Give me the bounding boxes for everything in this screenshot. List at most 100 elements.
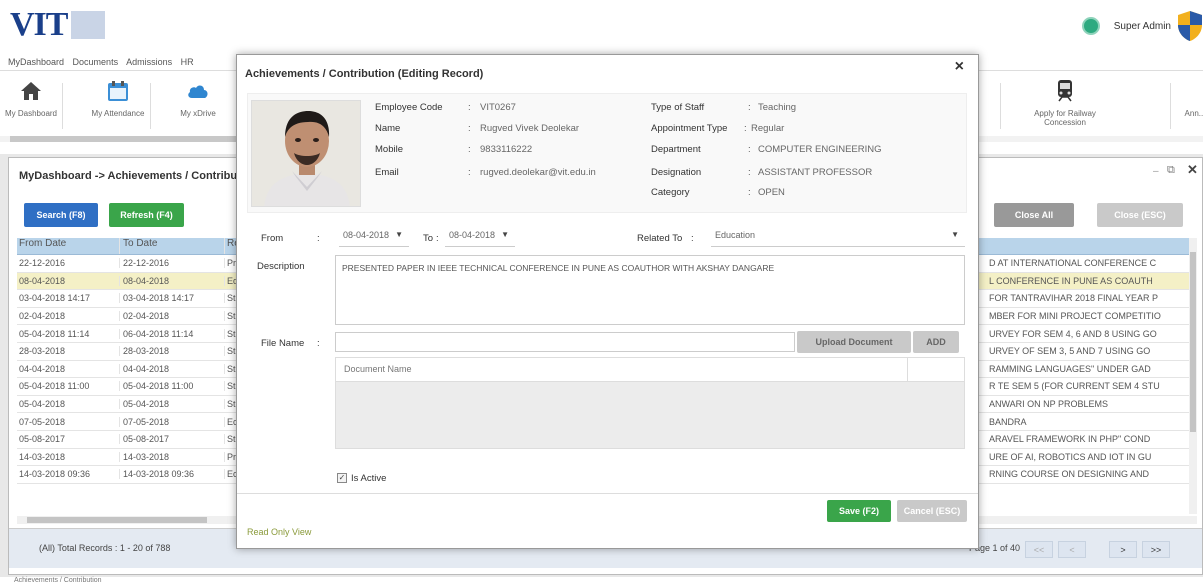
- description-cell: RAMMING LANGUAGES" UNDER GAD: [989, 363, 1151, 374]
- documents-table: Document Name: [335, 357, 965, 449]
- description-cell: BANDRA: [989, 416, 1027, 427]
- calendar-icon: [108, 81, 128, 101]
- logo: VIT: [10, 6, 106, 43]
- employee-code-label: Employee Code: [375, 102, 443, 113]
- chevron-down-icon: ▼: [501, 230, 509, 239]
- designation-value: ASSISTANT PROFESSOR: [758, 167, 873, 178]
- grid-vertical-scrollbar[interactable]: [1189, 238, 1197, 514]
- column-document-name: Document Name: [344, 364, 412, 374]
- add-button[interactable]: ADD: [913, 331, 959, 353]
- is-active-checkbox[interactable]: ✓: [337, 473, 347, 483]
- from-date-cell: 05-08-2017: [17, 434, 120, 445]
- tool-my-xdrive[interactable]: My xDrive: [170, 79, 226, 139]
- menu-item-dashboard[interactable]: MyDashboard: [8, 57, 64, 67]
- prev-page-button[interactable]: <: [1058, 541, 1086, 558]
- restore-icon[interactable]: ⧉: [1167, 164, 1175, 177]
- column-from-date[interactable]: From Date: [17, 238, 120, 254]
- user-name[interactable]: Super Admin: [1114, 21, 1171, 32]
- from-date-cell: 05-04-2018 11:00: [17, 381, 120, 392]
- chevron-down-icon: ▼: [395, 230, 403, 239]
- first-page-button[interactable]: <<: [1025, 541, 1053, 558]
- read-only-view-link[interactable]: Read Only View: [247, 527, 311, 537]
- to-date-cell: 28-03-2018: [120, 346, 225, 357]
- description-cell: RNING COURSE ON DESIGNING AND: [989, 469, 1150, 480]
- next-page-button[interactable]: >: [1109, 541, 1137, 558]
- employee-photo: [251, 100, 361, 207]
- app-header: VIT Super Admin: [0, 0, 1203, 52]
- employee-profile: Employee Code : VIT0267 Name : Rugved Vi…: [247, 93, 967, 213]
- to-date-cell: 14-03-2018 09:36: [120, 469, 225, 480]
- column-to-date[interactable]: To Date: [120, 238, 225, 254]
- logo-text: VIT: [10, 6, 68, 43]
- to-date-cell: 07-05-2018: [120, 416, 225, 427]
- user-area: Super Admin: [1081, 8, 1203, 44]
- from-date-cell: 22-12-2016: [17, 258, 120, 269]
- close-all-button[interactable]: Close All: [994, 203, 1074, 227]
- cloud-icon: [188, 85, 208, 98]
- menu-item-admissions[interactable]: Admissions: [126, 57, 172, 67]
- appointment-type-label: Appointment Type: [651, 123, 728, 134]
- is-active-label: Is Active: [351, 473, 387, 484]
- logo-subtitle: [71, 11, 106, 39]
- to-date-cell: 06-04-2018 11:14: [120, 328, 225, 339]
- tool-label: My Attendance: [91, 109, 145, 118]
- department-label: Department: [651, 144, 701, 155]
- menu-item-hr[interactable]: HR: [181, 57, 194, 67]
- dialog-divider: [237, 493, 978, 494]
- description-label: Description: [257, 261, 305, 272]
- save-button[interactable]: Save (F2): [827, 500, 891, 522]
- documents-header: Document Name: [336, 358, 964, 382]
- tool-label: My Dashboard: [4, 109, 58, 118]
- upload-document-button[interactable]: Upload Document: [797, 331, 911, 353]
- description-cell: D AT INTERNATIONAL CONFERENCE C: [989, 258, 1157, 269]
- close-button[interactable]: Close (ESC): [1097, 203, 1183, 227]
- minimize-icon[interactable]: –: [1153, 166, 1159, 177]
- to-date-value: 08-04-2018: [449, 230, 496, 240]
- to-label: To: [423, 233, 434, 244]
- tool-my-attendance[interactable]: My Attendance: [90, 79, 146, 139]
- from-date-cell: 08-04-2018: [17, 275, 120, 286]
- description-cell: ANWARI ON NP PROBLEMS: [989, 399, 1109, 410]
- from-label: From: [261, 233, 284, 244]
- train-icon: [1058, 80, 1072, 102]
- file-name-input[interactable]: [335, 332, 795, 352]
- last-page-button[interactable]: >>: [1142, 541, 1170, 558]
- dialog-title: Achievements / Contribution (Editing Rec…: [245, 68, 484, 80]
- edit-record-dialog: Achievements / Contribution (Editing Rec…: [236, 54, 979, 549]
- related-to-value: Education: [715, 230, 756, 240]
- cancel-button[interactable]: Cancel (ESC): [897, 500, 967, 522]
- mobile-value: 9833116222: [480, 144, 533, 155]
- close-panel-icon[interactable]: ✕: [1187, 162, 1198, 178]
- close-dialog-icon[interactable]: ×: [955, 58, 964, 76]
- shield-logo-icon: [1178, 11, 1202, 41]
- from-date-cell: 28-03-2018: [17, 346, 120, 357]
- email-label: Email: [375, 167, 399, 178]
- tool-announcements[interactable]: Ann...: [1180, 79, 1203, 139]
- refresh-button[interactable]: Refresh (F4): [109, 203, 184, 227]
- to-date-picker[interactable]: 08-04-2018 ▼: [445, 227, 515, 247]
- tool-my-dashboard[interactable]: My Dashboard: [3, 79, 59, 139]
- description-textarea[interactable]: PRESENTED PAPER IN IEEE TECHNICAL CONFER…: [335, 255, 965, 325]
- tool-railway-concession[interactable]: Apply for Railway Concession: [1030, 79, 1100, 139]
- to-date-cell: 05-08-2017: [120, 434, 225, 445]
- description-cell: URE OF AI, ROBOTICS AND IOT IN GU: [989, 451, 1152, 462]
- staff-type-value: Teaching: [758, 102, 797, 113]
- email-value: rugved.deolekar@vit.edu.in: [480, 167, 596, 178]
- from-date-picker[interactable]: 08-04-2018 ▼: [339, 227, 409, 247]
- related-to-select[interactable]: Education ▼: [711, 227, 965, 247]
- to-date-cell: 05-04-2018: [120, 399, 225, 410]
- description-cell: FOR TANTRAVIHAR 2018 FINAL YEAR P: [989, 293, 1159, 304]
- employee-code-value: VIT0267: [480, 102, 516, 113]
- description-cell: URVEY OF SEM 3, 5 AND 7 USING GO: [989, 346, 1151, 357]
- name-value: Rugved Vivek Deolekar: [480, 123, 580, 134]
- menu-item-documents[interactable]: Documents: [73, 57, 119, 67]
- category-value: OPEN: [758, 187, 785, 198]
- from-date-cell: 02-04-2018: [17, 311, 120, 322]
- to-date-cell: 08-04-2018: [120, 275, 225, 286]
- to-date-cell: 05-04-2018 11:00: [120, 381, 225, 392]
- to-date-cell: 04-04-2018: [120, 363, 225, 374]
- mobile-label: Mobile: [375, 144, 403, 155]
- search-button[interactable]: Search (F8): [24, 203, 98, 227]
- home-icon: [21, 82, 41, 100]
- from-date-cell: 07-05-2018: [17, 416, 120, 427]
